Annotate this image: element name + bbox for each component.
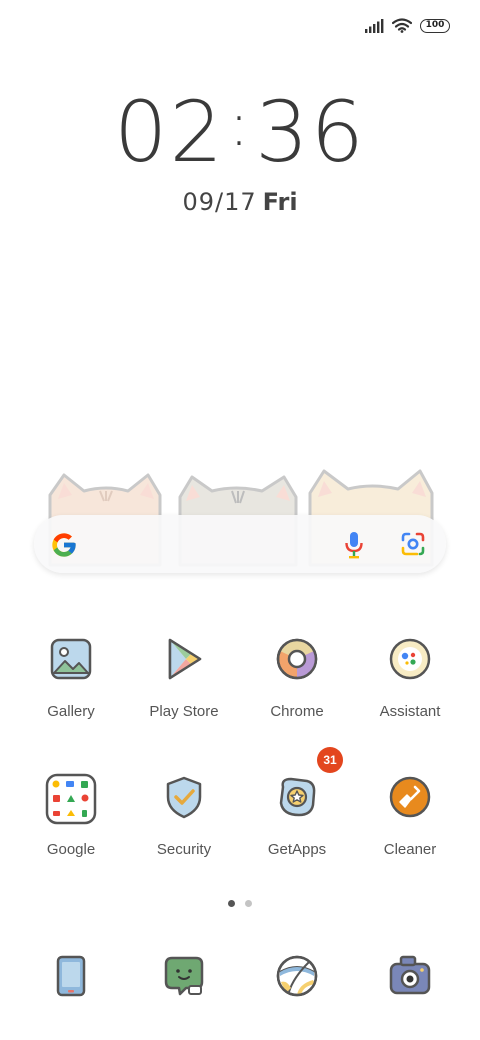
app-cleaner[interactable]: Cleaner: [354, 773, 466, 858]
app-getapps[interactable]: 31 GetApps: [241, 747, 353, 858]
app-play-store[interactable]: Play Store: [128, 635, 240, 720]
wifi-icon: [392, 18, 412, 33]
app-label: Security: [156, 841, 212, 858]
app-label: Play Store: [149, 703, 219, 720]
notification-badge: 31: [317, 747, 343, 773]
chrome-icon: [276, 638, 318, 680]
clock-widget[interactable]: 02:36: [0, 90, 480, 174]
date-weekday: Fri: [262, 188, 298, 216]
date-day: 09/17: [182, 188, 257, 216]
assistant-icon: [389, 638, 431, 680]
play-store-icon: [168, 638, 202, 680]
clock-hours: 02: [114, 83, 225, 181]
battery-level: 100: [425, 20, 445, 30]
battery-indicator: 100: [420, 18, 450, 33]
page-indicator[interactable]: [0, 900, 480, 907]
signal-bars-icon: [365, 18, 384, 33]
phone-icon[interactable]: [47, 952, 95, 1000]
app-label: Gallery: [47, 703, 95, 720]
clock-separator: :: [228, 90, 252, 160]
app-security[interactable]: Security: [128, 773, 240, 858]
date-widget[interactable]: 09/17 Fri: [0, 188, 480, 216]
app-label: Assistant: [379, 703, 441, 720]
status-bar: 100: [364, 18, 450, 33]
app-label: Google: [46, 841, 96, 858]
camera-icon[interactable]: [386, 952, 434, 1000]
browser-ball-icon[interactable]: [273, 952, 321, 1000]
app-label: Chrome: [270, 703, 324, 720]
app-label: Cleaner: [383, 841, 437, 858]
app-assistant[interactable]: Assistant: [354, 635, 466, 720]
broom-icon: [389, 776, 431, 818]
google-g-icon: [52, 533, 76, 557]
camera-lens-icon[interactable]: [400, 531, 426, 557]
gallery-icon: [50, 638, 92, 680]
shield-icon: [166, 776, 202, 819]
app-label: GetApps: [267, 841, 327, 858]
messages-icon[interactable]: [160, 952, 208, 1000]
page-dot-2[interactable]: [245, 900, 252, 907]
app-google-folder[interactable]: Google: [15, 773, 127, 858]
google-search-bar[interactable]: [34, 515, 446, 573]
getapps-icon: [279, 777, 316, 817]
app-chrome[interactable]: Chrome: [241, 635, 353, 720]
google-folder-icon: [45, 773, 97, 825]
microphone-icon[interactable]: [344, 531, 364, 559]
clock-minutes: 36: [255, 83, 366, 181]
app-gallery[interactable]: Gallery: [15, 635, 127, 720]
page-dot-1[interactable]: [228, 900, 235, 907]
